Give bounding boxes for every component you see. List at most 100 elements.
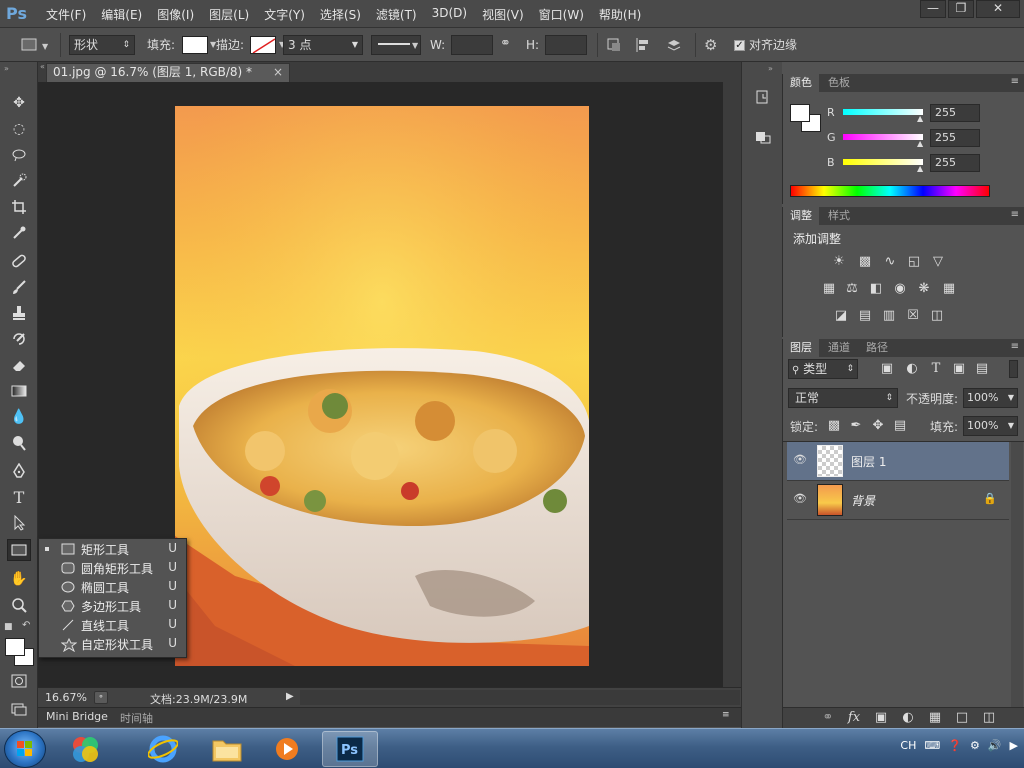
filter-type-icon[interactable]: T: [927, 361, 945, 377]
tab-color[interactable]: 颜色: [783, 74, 819, 92]
collapse-icon[interactable]: »: [768, 64, 773, 73]
slider-thumb-icon[interactable]: ▲: [917, 139, 923, 148]
channel-value[interactable]: 255: [930, 154, 980, 172]
flyout-item-rounded-rectangle[interactable]: 圆角矩形工具 U: [39, 559, 186, 578]
panel-menu-icon[interactable]: ≡: [722, 710, 730, 720]
type-tool[interactable]: T: [7, 486, 31, 508]
exposure-icon[interactable]: ◱: [905, 254, 923, 270]
invert-icon[interactable]: ◪: [832, 308, 850, 324]
healing-brush-tool[interactable]: [7, 250, 31, 272]
flyout-item-rectangle[interactable]: 矩形工具 U: [39, 540, 186, 559]
path-operations-button[interactable]: [605, 35, 623, 55]
gear-icon[interactable]: ⚙: [704, 36, 717, 56]
menu-layer[interactable]: 图层(L): [209, 6, 249, 23]
menu-filter[interactable]: 滤镜(T): [376, 6, 417, 23]
new-layer-icon[interactable]: □: [953, 710, 971, 726]
help-icon[interactable]: ❓: [948, 739, 962, 752]
lock-position-icon[interactable]: ✥: [869, 418, 887, 434]
slider-thumb-icon[interactable]: ▲: [917, 164, 923, 173]
slider-track[interactable]: [843, 159, 923, 165]
path-selection-tool[interactable]: [7, 512, 31, 534]
flyout-item-line[interactable]: 直线工具 U: [39, 616, 186, 635]
horizontal-scrollbar[interactable]: [300, 690, 740, 705]
status-info-icon[interactable]: ⚬: [94, 691, 108, 704]
mode-select[interactable]: 形状 ⇕: [69, 35, 135, 55]
tab-paths[interactable]: 路径: [859, 339, 895, 357]
add-mask-icon[interactable]: ▣: [872, 710, 890, 726]
lock-pixels-icon[interactable]: ✒: [847, 418, 865, 434]
eyedropper-tool[interactable]: [7, 222, 31, 244]
tab-layers[interactable]: 图层: [783, 339, 819, 357]
flyout-item-custom-shape[interactable]: 自定形状工具 U: [39, 635, 186, 654]
collapse-icon[interactable]: »: [4, 64, 9, 73]
layer-name[interactable]: 图层 1: [851, 453, 886, 470]
lock-transparent-icon[interactable]: ▩: [825, 418, 843, 434]
taskbar-app-internet-explorer[interactable]: [136, 731, 190, 767]
menu-window[interactable]: 窗口(W): [539, 6, 584, 23]
slider-thumb-icon[interactable]: ▲: [917, 114, 923, 123]
history-brush-tool[interactable]: [7, 328, 31, 350]
default-colors-icon[interactable]: ■: [4, 622, 13, 632]
lasso-tool[interactable]: [7, 144, 31, 166]
input-language[interactable]: CH: [900, 739, 916, 752]
channel-value[interactable]: 255: [930, 104, 980, 122]
swap-colors-icon[interactable]: ↶: [22, 620, 30, 631]
hue-saturation-icon[interactable]: ▦: [820, 281, 838, 297]
menu-image[interactable]: 图像(I): [157, 6, 194, 23]
layer-filter-select[interactable]: ⚲ 类型 ⇕: [788, 359, 858, 379]
taskbar-app-media-player[interactable]: [260, 731, 314, 767]
checkbox-checked[interactable]: ✓: [734, 40, 745, 51]
tool-preset-picker[interactable]: ▼: [10, 35, 50, 55]
panel-menu-icon[interactable]: ≡: [1011, 209, 1019, 220]
menu-view[interactable]: 视图(V): [482, 6, 524, 23]
flyout-item-polygon[interactable]: 多边形工具 U: [39, 597, 186, 616]
channel-value[interactable]: 255: [930, 129, 980, 147]
rectangle-tool[interactable]: [7, 539, 31, 561]
filter-toggle[interactable]: [1009, 360, 1018, 378]
quick-selection-tool[interactable]: [7, 170, 31, 192]
path-arrangement-button[interactable]: [664, 35, 684, 55]
color-spectrum-ramp[interactable]: [790, 185, 990, 197]
crop-tool[interactable]: [7, 196, 31, 218]
history-panel-button[interactable]: [751, 86, 775, 108]
stroke-size-field[interactable]: 3 点 ▼: [283, 35, 363, 55]
move-tool[interactable]: ✥: [7, 92, 31, 114]
menu-help[interactable]: 帮助(H): [599, 6, 641, 23]
eye-icon[interactable]: 👁: [793, 493, 807, 505]
menu-type[interactable]: 文字(Y): [264, 6, 305, 23]
selective-color-icon[interactable]: ☒: [904, 308, 922, 324]
eraser-tool[interactable]: [7, 354, 31, 376]
color-balance-icon[interactable]: ⚖: [843, 281, 861, 297]
tab-swatches[interactable]: 色板: [821, 74, 857, 92]
link-icon[interactable]: ⚭: [500, 36, 511, 56]
vertical-scrollbar[interactable]: [723, 82, 741, 687]
zoom-tool[interactable]: [7, 594, 31, 616]
new-group-icon[interactable]: ▦: [926, 710, 944, 726]
zoom-level[interactable]: 16.67%: [45, 691, 87, 704]
close-icon[interactable]: ×: [273, 64, 283, 81]
layer-name[interactable]: 背景: [851, 492, 875, 509]
tab-timeline[interactable]: 时间轴: [120, 710, 153, 726]
volume-icon[interactable]: 🔊: [988, 739, 1002, 752]
lock-all-icon[interactable]: ▤: [891, 418, 909, 434]
photo-filter-icon[interactable]: ◉: [891, 281, 909, 297]
align-edges-option[interactable]: ✓ 对齐边缘: [734, 35, 797, 55]
tab-adjustments[interactable]: 调整: [783, 207, 819, 225]
properties-panel-button[interactable]: [751, 126, 775, 148]
menu-file[interactable]: 文件(F): [46, 6, 86, 23]
menu-3d[interactable]: 3D(D): [432, 6, 467, 23]
tab-styles[interactable]: 样式: [821, 207, 857, 225]
levels-icon[interactable]: ▩: [856, 254, 874, 270]
threshold-icon[interactable]: ▥: [880, 308, 898, 324]
start-button[interactable]: [4, 730, 46, 768]
tab-channels[interactable]: 通道: [821, 339, 857, 357]
brush-tool[interactable]: [7, 276, 31, 298]
gradient-map-icon[interactable]: ◫: [928, 308, 946, 324]
pen-tool[interactable]: [7, 460, 31, 482]
quick-mask-button[interactable]: [7, 670, 31, 692]
flyout-item-ellipse[interactable]: 椭圆工具 U: [39, 578, 186, 597]
tab-mini-bridge[interactable]: Mini Bridge: [46, 710, 108, 723]
dodge-tool[interactable]: [7, 432, 31, 454]
settings-icon[interactable]: ⚙: [970, 739, 980, 752]
network-icon[interactable]: ▶: [1010, 739, 1018, 752]
